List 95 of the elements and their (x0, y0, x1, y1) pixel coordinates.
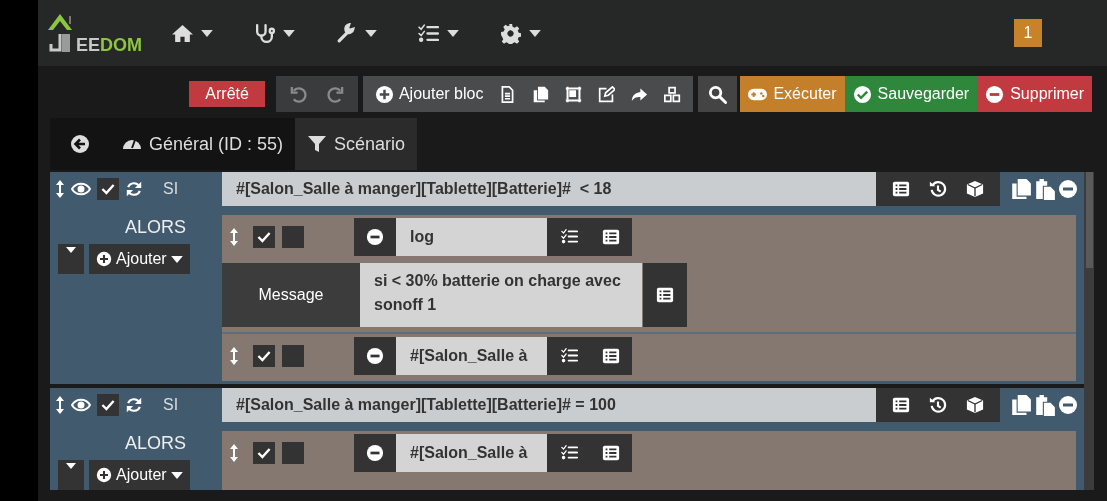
copy-icon (532, 85, 550, 103)
tasks-icon (561, 347, 578, 364)
command-field[interactable]: #[Salon_Salle à (396, 336, 547, 375)
list-icon (656, 286, 674, 304)
checkbox[interactable] (282, 225, 304, 248)
history-icon (929, 180, 947, 198)
check-icon (100, 397, 116, 413)
caret-icon (66, 247, 76, 253)
tasks-icon (561, 228, 578, 245)
list-icon (602, 346, 620, 365)
status-label: Arrêté (189, 81, 265, 107)
list-icon (602, 443, 620, 462)
checkbox[interactable] (97, 178, 119, 200)
search-icon (708, 84, 728, 104)
paste-icon (1034, 178, 1056, 200)
checkbox[interactable] (282, 344, 304, 367)
tab[interactable]: Scénario (295, 118, 418, 170)
plus-icon (374, 84, 394, 104)
checkbox[interactable] (97, 394, 119, 416)
if-keyword: SI (163, 180, 179, 198)
stethoscope-menu-button[interactable] (254, 22, 295, 44)
remove-icon (1058, 395, 1078, 415)
command-field[interactable]: log (396, 217, 547, 256)
caret-icon (201, 29, 213, 37)
stethoscope-icon (254, 22, 275, 44)
then-keyword: ALORS (124, 433, 186, 454)
minus-icon (366, 346, 384, 365)
condition-field[interactable]: #[Salon_Salle à manger][Tablette][Batterie]# < 18 (222, 172, 876, 206)
minus-icon (985, 84, 1005, 104)
back-icon (70, 134, 90, 154)
tasks-icon (418, 22, 439, 44)
copy-icon (1010, 178, 1032, 200)
checkbox[interactable] (253, 225, 275, 248)
check-circle-icon (852, 84, 872, 104)
plus-icon (96, 467, 112, 483)
tasks-icon (561, 444, 578, 461)
move-icon (55, 395, 65, 415)
checkbox[interactable] (282, 441, 304, 464)
redo-icon (325, 84, 345, 104)
filter-icon (307, 134, 328, 154)
command-field[interactable]: #[Salon_Salle à (396, 433, 547, 472)
minus-icon (366, 443, 384, 462)
home-menu-button[interactable] (172, 22, 213, 44)
move-icon (229, 345, 239, 366)
cube-icon (966, 180, 985, 198)
dropdown-button[interactable] (58, 244, 84, 274)
checkbox[interactable] (253, 441, 275, 464)
caret-icon (283, 29, 295, 37)
cube-icon (966, 396, 985, 414)
caret-icon (170, 255, 183, 263)
move-icon (229, 442, 239, 463)
list-icon (602, 227, 620, 246)
check-icon (100, 181, 116, 197)
caret-icon (66, 463, 76, 469)
settings-icon (500, 22, 521, 44)
home-icon (172, 22, 193, 44)
sync-icon (125, 180, 143, 198)
settings-menu-button[interactable] (500, 22, 541, 44)
remove-icon (1058, 179, 1078, 199)
wrench-menu-button[interactable] (336, 22, 377, 44)
condition-field[interactable]: #[Salon_Salle à manger][Tablette][Batterie]# = 100 (222, 388, 876, 422)
message-field[interactable]: si < 30% batterie on charge avec sonoff 1 (360, 263, 642, 327)
minus-icon (366, 227, 384, 246)
history-icon (929, 396, 947, 414)
add-button[interactable]: Ajouter (89, 244, 190, 274)
caret-icon (447, 29, 459, 37)
caret-icon (365, 29, 377, 37)
checkbox[interactable] (253, 344, 275, 367)
caret-icon (529, 29, 541, 37)
caret-icon (170, 471, 183, 479)
cubes-icon (664, 85, 682, 103)
tasks-menu-button[interactable] (418, 22, 459, 44)
undo-icon (288, 84, 308, 104)
paste-icon (1034, 394, 1056, 416)
edit-icon (598, 85, 616, 103)
copy-icon (1010, 394, 1032, 416)
logo-text: EEDOM (76, 36, 142, 54)
add-button[interactable]: Ajouter (89, 460, 190, 490)
option-label: Message (222, 263, 360, 327)
scrollbar[interactable] (1084, 172, 1094, 490)
if-keyword: SI (163, 396, 179, 414)
save-button[interactable]: Sauvegarder (844, 76, 978, 112)
move-icon (229, 226, 239, 247)
delete-button[interactable]: Supprimer (977, 76, 1092, 112)
sync-icon (125, 396, 143, 414)
then-keyword: ALORS (124, 217, 186, 238)
tab[interactable]: Général (ID : 55) (110, 118, 296, 170)
plus-icon (96, 251, 112, 267)
dropdown-button[interactable] (58, 460, 84, 490)
frame-icon (565, 85, 583, 103)
wrench-icon (336, 22, 357, 44)
list-icon (891, 180, 910, 198)
list-button[interactable] (643, 263, 687, 327)
move-icon (55, 179, 65, 199)
list-icon (891, 396, 910, 414)
